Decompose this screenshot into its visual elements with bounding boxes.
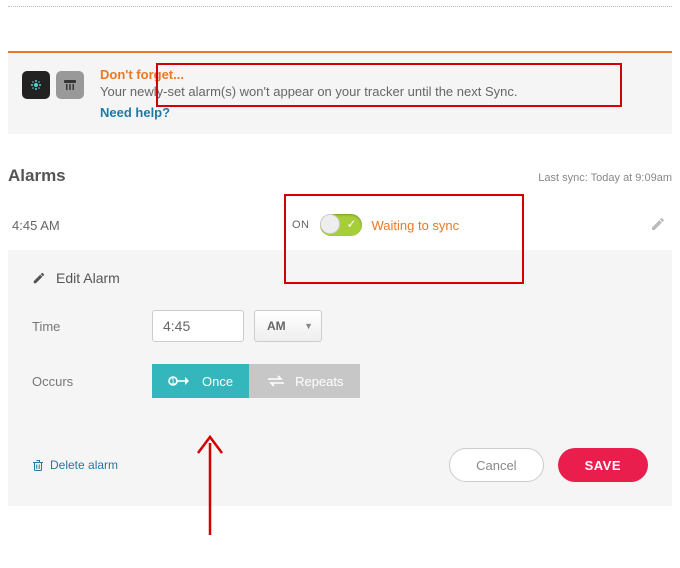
alarm-time: 4:45 AM [12,218,292,233]
repeat-icon [265,373,287,389]
edit-footer: Delete alarm Cancel SAVE [32,448,648,482]
alarms-heading: Alarms [8,166,66,186]
need-help-link[interactable]: Need help? [100,105,170,120]
edit-alarm-header: Edit Alarm [32,270,648,286]
alarm-toggle[interactable]: ✓ [320,214,362,236]
occurs-row: Occurs 1 Once Repeats [32,364,648,398]
alarms-section: Alarms Last sync: Today at 9:09am 4:45 A… [8,166,672,250]
delete-alarm-link[interactable]: Delete alarm [32,458,118,472]
edit-alarm-title: Edit Alarm [56,270,120,286]
delete-alarm-label: Delete alarm [50,458,118,472]
alarm-row: 4:45 AM ON ✓ Waiting to sync [8,200,672,250]
cancel-button[interactable]: Cancel [449,448,543,482]
once-label: Once [202,374,233,389]
notice-message: Your newly-set alarm(s) won't appear on … [100,84,654,99]
pencil-icon [32,271,46,285]
scale-badge-icon [56,71,84,99]
top-divider [8,6,672,7]
occurs-segmented: 1 Once Repeats [152,364,360,398]
alarm-on-label: ON [292,219,310,231]
ampm-value: AM [267,319,286,333]
tracker-badge-icon [22,71,50,99]
svg-text:1: 1 [171,377,176,386]
ampm-select[interactable]: AM ▼ [254,310,322,342]
chevron-down-icon: ▼ [304,321,313,331]
occurs-once-button[interactable]: 1 Once [152,364,249,398]
edit-row-icon[interactable] [650,216,666,235]
time-label: Time [32,319,152,334]
notice-title: Don't forget... [100,67,654,82]
time-input[interactable] [152,310,244,342]
tracker-icons [22,71,84,99]
edit-alarm-panel: Edit Alarm Time AM ▼ Occurs 1 Once Repea… [8,250,672,506]
last-sync-text: Last sync: Today at 9:09am [538,172,672,184]
save-button[interactable]: SAVE [558,448,648,482]
trash-icon [32,459,44,472]
once-icon: 1 [168,373,194,389]
alarm-sync-status: Waiting to sync [372,218,460,233]
repeats-label: Repeats [295,374,343,389]
occurs-label: Occurs [32,374,152,389]
sync-notice: Don't forget... Your newly-set alarm(s) … [8,51,672,134]
occurs-repeats-button[interactable]: Repeats [249,364,359,398]
time-row: Time AM ▼ [32,310,648,342]
